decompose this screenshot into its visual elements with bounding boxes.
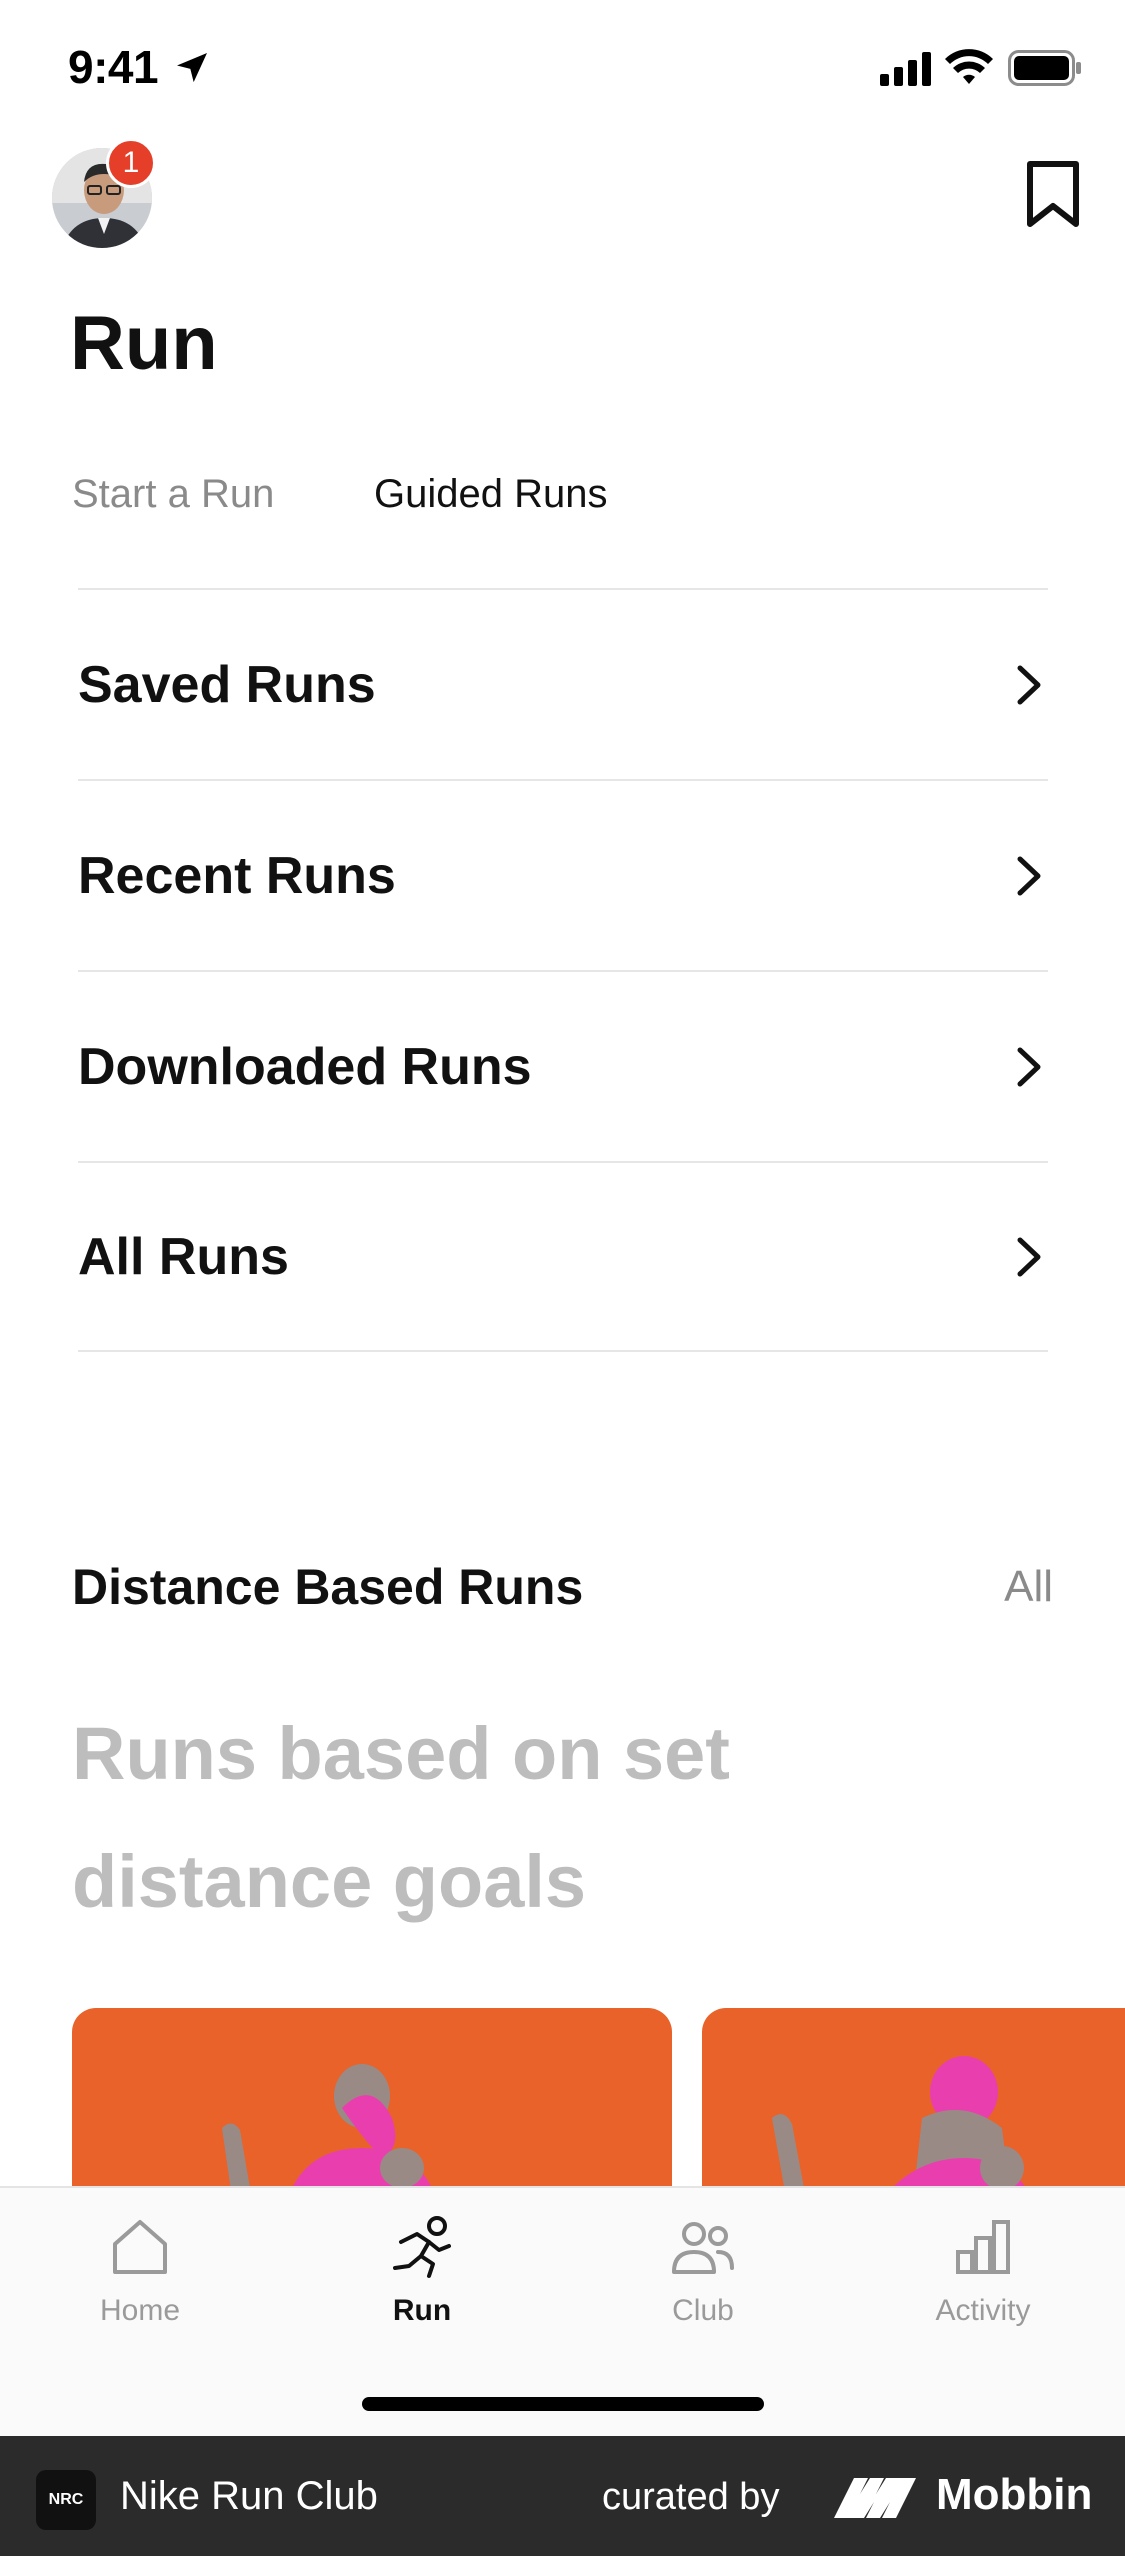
tab-bar-label: Club bbox=[672, 2294, 734, 2327]
list-item-label: Recent Runs bbox=[78, 846, 396, 905]
notification-badge: 1 bbox=[106, 138, 156, 188]
status-bar: 9:41 bbox=[0, 0, 1125, 140]
section-title: Distance Based Runs bbox=[72, 1559, 584, 1615]
list-item-label: All Runs bbox=[78, 1227, 289, 1286]
battery-icon bbox=[1008, 50, 1081, 86]
footer-curated-by: curated by bbox=[602, 2476, 780, 2518]
home-icon bbox=[113, 2220, 167, 2274]
home-indicator[interactable] bbox=[362, 2397, 764, 2411]
tab-bar-run[interactable]: Run bbox=[322, 2212, 522, 2328]
run-icon bbox=[393, 2216, 451, 2278]
list-item-recent-runs[interactable]: Recent Runs bbox=[78, 779, 1048, 970]
section-description: Runs based on set distance goals bbox=[72, 1712, 730, 1923]
tab-bar-label: Run bbox=[392, 2294, 452, 2327]
footer-app-name: Nike Run Club bbox=[120, 2474, 378, 2518]
footer-brand: Mobbin bbox=[936, 2470, 1093, 2519]
tab-bar-club[interactable]: Club bbox=[603, 2212, 803, 2328]
page-title: Run bbox=[70, 301, 218, 386]
club-icon bbox=[672, 2222, 734, 2274]
chevron-right-icon bbox=[1017, 1237, 1041, 1276]
tab-bar-activity[interactable]: Activity bbox=[883, 2212, 1083, 2328]
location-arrow-icon bbox=[177, 53, 207, 83]
nrc-logo-text: NRC bbox=[48, 2491, 84, 2508]
activity-icon bbox=[956, 2220, 1010, 2274]
list-item-label: Downloaded Runs bbox=[78, 1037, 532, 1096]
nrc-app-logo: NRC bbox=[36, 2470, 96, 2530]
chevron-right-icon bbox=[1017, 665, 1041, 704]
tab-guided-runs[interactable]: Guided Runs bbox=[374, 472, 607, 517]
mobbin-logo-icon bbox=[834, 2478, 916, 2518]
chevron-right-icon bbox=[1017, 1047, 1041, 1086]
chevron-right-icon bbox=[1017, 856, 1041, 895]
cellular-signal-icon bbox=[880, 52, 931, 86]
tab-bar-label: Home bbox=[99, 2294, 181, 2327]
see-all-link[interactable]: All bbox=[1004, 1562, 1053, 1612]
wifi-icon bbox=[945, 49, 993, 84]
tab-bar-home[interactable]: Home bbox=[40, 2212, 240, 2328]
list-item-downloaded-runs[interactable]: Downloaded Runs bbox=[78, 970, 1048, 1161]
tab-bar-label: Activity bbox=[935, 2294, 1031, 2327]
list-item-all-runs[interactable]: All Runs bbox=[78, 1161, 1048, 1352]
bookmark-icon[interactable] bbox=[1022, 160, 1084, 230]
footer-banner: NRC Nike Run Club curated by Mobbin bbox=[0, 2436, 1125, 2556]
runs-list: Saved Runs Recent Runs Downloaded Runs A… bbox=[78, 588, 1048, 1352]
list-item-label: Saved Runs bbox=[78, 655, 376, 714]
tab-start-a-run[interactable]: Start a Run bbox=[72, 472, 274, 517]
status-time: 9:41 bbox=[68, 41, 159, 93]
list-item-saved-runs[interactable]: Saved Runs bbox=[78, 588, 1048, 779]
